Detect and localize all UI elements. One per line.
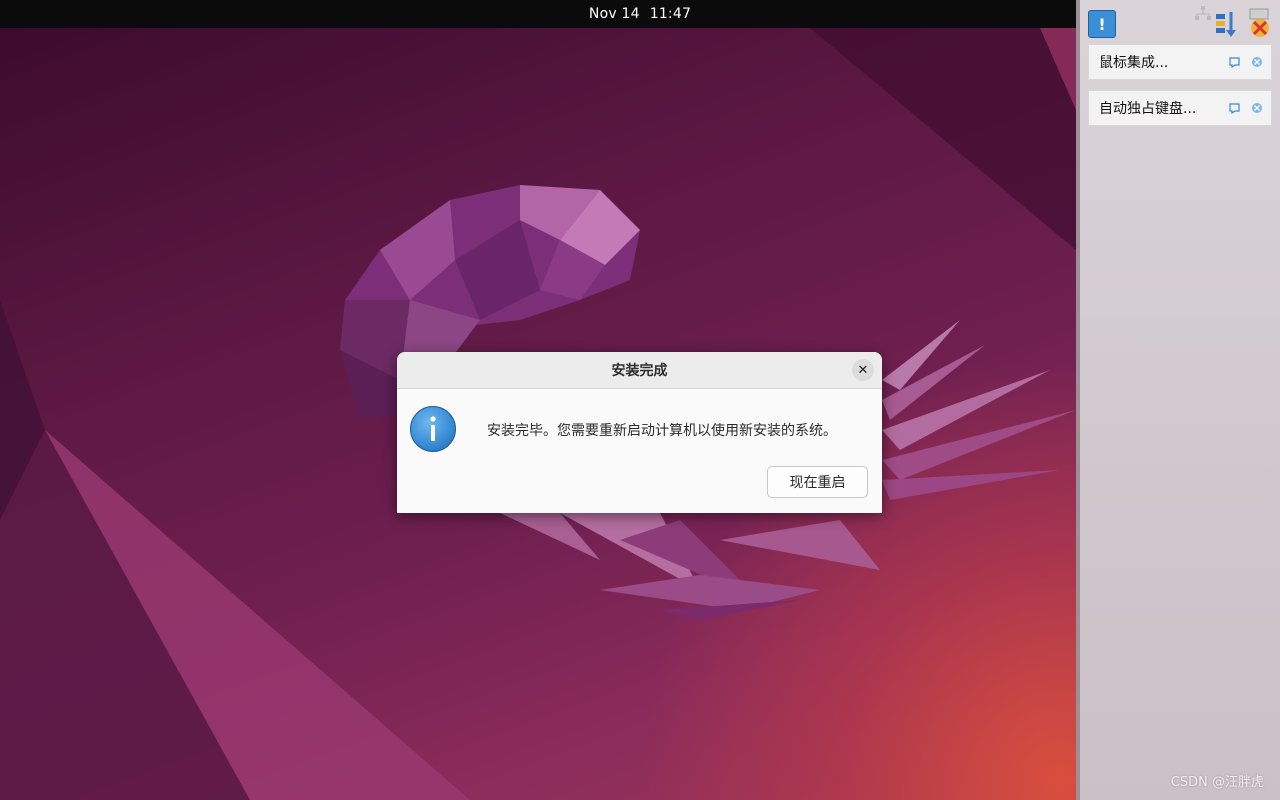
info-icon <box>410 406 456 452</box>
panel-toolbar: ! <box>1084 6 1280 38</box>
watermark: CSDN @汪胖虎 <box>1170 775 1264 790</box>
notification-details-icon[interactable] <box>1227 100 1243 116</box>
clock-time: 11:47 <box>649 6 692 22</box>
notification-icon[interactable]: ! <box>1088 10 1116 38</box>
notification-label: 自动独占键盘... <box>1099 101 1197 117</box>
clock-date: Nov 14 <box>588 6 640 22</box>
close-icon[interactable]: ✕ <box>852 359 874 381</box>
notification-details-icon[interactable] <box>1227 54 1243 70</box>
network-icon[interactable] <box>1194 6 1212 22</box>
notification-close-icon[interactable] <box>1249 100 1265 116</box>
installation-complete-dialog: 安装完成 ✕ 安装完毕。您需要重新启动计算机以使用新安装的系统。 现在重启 <box>397 352 882 513</box>
restart-now-button[interactable]: 现在重启 <box>767 466 868 498</box>
clock[interactable]: Nov 14 11:47 <box>589 6 691 22</box>
notification-label: 鼠标集成... <box>1099 55 1169 71</box>
vm-notification-panel: ! 鼠标集成... 自动独占键盘... <box>1076 0 1280 800</box>
notification-close-icon[interactable] <box>1249 54 1265 70</box>
dialog-message: 安装完毕。您需要重新启动计算机以使用新安装的系统。 <box>487 423 837 439</box>
dialog-title: 安装完成 <box>611 363 668 379</box>
notification-keyboard-capture[interactable]: 自动独占键盘... <box>1088 90 1272 126</box>
disconnect-icon[interactable] <box>1244 6 1274 40</box>
dialog-header: 安装完成 ✕ <box>397 352 882 389</box>
sort-icon[interactable] <box>1214 10 1238 38</box>
notification-mouse-integration[interactable]: 鼠标集成... <box>1088 44 1272 80</box>
